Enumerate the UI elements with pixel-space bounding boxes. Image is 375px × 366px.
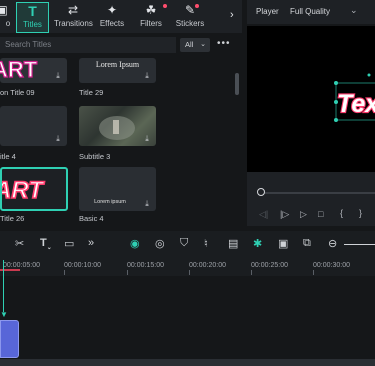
chevron-right-icon[interactable]: › <box>230 9 234 21</box>
mark-in-icon[interactable]: { <box>340 208 343 218</box>
tab-media[interactable]: ▣ o <box>0 2 14 33</box>
title-thumbnail[interactable]: Lorem ipsum <box>79 167 156 211</box>
stickers-icon: ✎ <box>184 3 196 17</box>
filter-dropdown[interactable]: All ⌄ <box>180 38 210 52</box>
download-icon[interactable] <box>143 199 151 208</box>
ruler-label: 00:00:25:00 <box>251 262 288 269</box>
timeline-tracks[interactable] <box>0 276 375 360</box>
svg-text:ART: ART <box>0 58 38 82</box>
titles-icon: T <box>28 3 37 19</box>
preview-canvas: Tex <box>334 73 375 122</box>
player-progress-handle[interactable] <box>257 188 265 196</box>
title-label: Title 29 <box>79 88 104 97</box>
download-icon[interactable] <box>143 71 151 80</box>
zoom-out-icon[interactable]: ⊖ <box>328 237 337 250</box>
tab-effects[interactable]: ✦ Effects <box>98 2 126 33</box>
ruler-label: 00:00:15:00 <box>127 262 164 269</box>
render-icon[interactable]: ▣ <box>278 237 288 250</box>
player-label: Player <box>256 7 279 16</box>
playhead-arrow-icon: ▼ <box>0 310 8 319</box>
timeline-ruler[interactable]: 00:00:05:00 00:00:10:00 00:00:15:00 00:0… <box>0 258 375 277</box>
player-controls: ◁| |▷ ▷ □ { } <box>247 172 375 226</box>
rotate-handle <box>367 73 371 77</box>
prev-frame-icon[interactable]: ◁| <box>259 209 268 220</box>
player-progress-track[interactable] <box>261 192 375 194</box>
title-thumbnail[interactable]: Lorem Ipsum <box>79 58 156 83</box>
more-tools-icon[interactable]: » <box>88 237 94 249</box>
search-input[interactable]: Search Titles <box>0 37 176 53</box>
text-icon[interactable]: T⌄ <box>40 237 52 251</box>
speed-icon[interactable]: ◎ <box>155 237 165 250</box>
title-label: Subtitle 3 <box>79 152 111 161</box>
more-options-icon[interactable]: ••• <box>217 38 231 49</box>
library-scrollbar[interactable] <box>235 73 239 95</box>
mic-icon[interactable]: ♮ <box>204 237 208 250</box>
art-preview: ART <box>2 176 46 205</box>
step-forward-icon[interactable]: |▷ <box>280 209 289 220</box>
chevron-down-icon[interactable]: ⌄ <box>350 5 358 16</box>
zoom-slider[interactable] <box>344 244 375 245</box>
ruler-label: 00:00:30:00 <box>313 262 350 269</box>
play-icon[interactable]: ▷ <box>300 209 307 220</box>
tab-transitions[interactable]: ⇄ Transitions <box>54 2 93 33</box>
resize-handle <box>334 81 338 85</box>
quality-dropdown[interactable]: Full Quality <box>290 7 330 16</box>
filters-badge <box>163 4 167 8</box>
ruler-label: 00:00:10:00 <box>64 262 101 269</box>
clip-icon[interactable]: ▤ <box>228 237 238 250</box>
ruler-tick <box>313 270 314 275</box>
asset-tab-bar: ▣ o T Titles ⇄ Transitions ✦ Effects ☘ F… <box>0 0 242 33</box>
timeline-scrollbar[interactable] <box>0 359 375 366</box>
title-label: on Title 09 <box>0 88 35 97</box>
timeline-toolbar: ✂ T⌄ ▭ » ◉ ◎ ⛉ ♮ ▤ ✱ ▣ ⧉ ⊖ <box>0 231 375 258</box>
media-icon: ▣ <box>0 3 8 17</box>
download-icon[interactable] <box>54 71 62 80</box>
split-icon[interactable]: ✂ <box>15 237 24 250</box>
mark-out-icon[interactable]: } <box>359 208 362 218</box>
ruler-tick <box>127 270 128 275</box>
download-icon[interactable] <box>143 134 151 143</box>
fit-icon[interactable]: ⧉ <box>303 237 311 250</box>
title-thumbnail[interactable]: ART <box>0 58 67 83</box>
title-thumbnail[interactable] <box>0 106 67 146</box>
transitions-icon: ⇄ <box>67 3 79 17</box>
resize-handle <box>334 118 338 122</box>
ruler-tick <box>251 270 252 275</box>
tab-titles[interactable]: T Titles <box>16 2 49 33</box>
crop-icon[interactable]: ▭ <box>64 237 74 250</box>
tab-stickers[interactable]: ✎ Stickers <box>174 2 206 33</box>
ruler-label: 00:00:20:00 <box>189 262 226 269</box>
tab-filters[interactable]: ☘ Filters <box>138 2 164 33</box>
ai-icon[interactable]: ◉ <box>130 237 140 250</box>
shield-icon[interactable]: ⛉ <box>180 237 188 250</box>
playhead[interactable] <box>3 260 4 312</box>
title-label: Basic 4 <box>79 214 104 223</box>
download-icon[interactable] <box>54 134 62 143</box>
stop-icon[interactable]: □ <box>318 209 323 219</box>
player-preview: Tex <box>247 26 375 172</box>
ruler-label: 00:00:05:00 <box>3 262 40 269</box>
player-header: Player Full Quality ⌄ <box>247 0 375 24</box>
title-label: itle 4 <box>0 152 16 161</box>
ruler-tick <box>189 270 190 275</box>
preview-title-text: Tex <box>337 90 375 118</box>
ruler-tick <box>64 270 65 275</box>
title-thumbnail[interactable] <box>79 106 156 146</box>
chevron-down-icon: ⌄ <box>200 41 206 48</box>
snap-icon[interactable]: ✱ <box>253 237 262 250</box>
title-label: Title 26 <box>0 214 25 223</box>
stickers-badge <box>195 4 199 8</box>
svg-text:ART: ART <box>2 177 45 204</box>
effects-icon: ✦ <box>106 3 118 17</box>
filters-icon: ☘ <box>145 3 157 17</box>
title-thumbnail-selected[interactable]: ART <box>0 167 68 211</box>
timeline-clip[interactable] <box>0 320 19 358</box>
